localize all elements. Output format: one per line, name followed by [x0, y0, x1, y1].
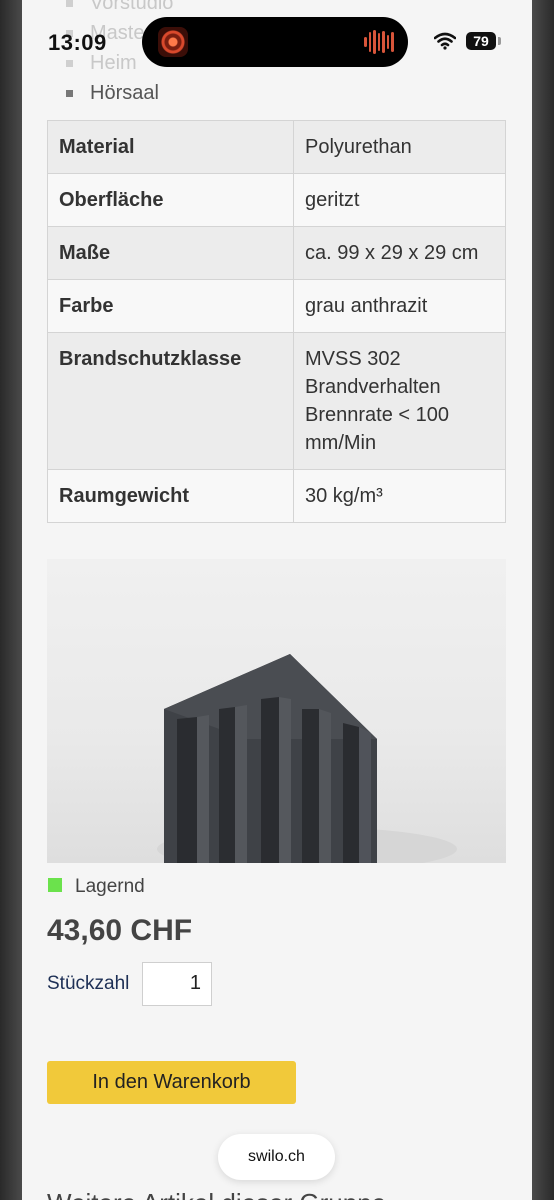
battery-icon: 79: [466, 32, 496, 50]
battery-tip: [498, 37, 501, 45]
spec-label: Raumgewicht: [47, 469, 294, 523]
acoustic-foam-bass-trap-picture: [157, 654, 457, 863]
spec-label: Brandschutzklasse: [47, 332, 294, 470]
product-price: 43,60 CHF: [47, 914, 193, 947]
spec-label: Farbe: [47, 279, 294, 333]
table-row: Brandschutzklasse MVSS 302 Brandverhalte…: [47, 332, 506, 470]
table-row: Oberfläche geritzt: [47, 173, 506, 227]
related-articles-heading: Weitere Artikel dieser Gruppe: [47, 1188, 386, 1200]
dynamic-island[interactable]: [142, 17, 408, 67]
stock-status-text: Lagernd: [75, 876, 145, 897]
stock-status-indicator: [48, 878, 62, 892]
spec-value: ca. 99 x 29 x 29 cm: [293, 226, 506, 280]
table-row: Farbe grau anthrazit: [47, 279, 506, 333]
product-image[interactable]: [47, 559, 506, 863]
web-page[interactable]: Vorstudio Master Heim Hörsaal Material P…: [22, 0, 532, 1200]
list-item: Vorstudio: [66, 0, 173, 18]
wifi-icon: [434, 32, 456, 50]
device-bezel-right: [532, 0, 554, 1200]
spec-value: Polyurethan: [293, 120, 506, 174]
spec-value: geritzt: [293, 173, 506, 227]
device-bezel-left: [0, 0, 22, 1200]
spec-value: 30 kg/m³: [293, 469, 506, 523]
table-row: Maße ca. 99 x 29 x 29 cm: [47, 226, 506, 280]
now-playing-icon: [158, 27, 188, 57]
spec-label: Oberfläche: [47, 173, 294, 227]
list-item: Hörsaal: [66, 78, 173, 108]
spec-label: Maße: [47, 226, 294, 280]
specs-table: Material Polyurethan Oberfläche geritzt …: [47, 120, 506, 523]
table-row: Raumgewicht 30 kg/m³: [47, 469, 506, 523]
spec-label: Material: [47, 120, 294, 174]
quantity-label: Stückzahl: [47, 973, 130, 994]
add-to-cart-button[interactable]: In den Warenkorb: [47, 1061, 296, 1104]
spec-value: MVSS 302 Brandverhalten Brennrate < 100 …: [293, 332, 506, 470]
quantity-input[interactable]: 1: [142, 962, 212, 1006]
audio-waveform-icon: [364, 29, 395, 55]
spec-value: grau anthrazit: [293, 279, 506, 333]
browser-url-pill[interactable]: swilo.ch: [218, 1134, 335, 1180]
status-time: 13:09: [48, 30, 107, 55]
table-row: Material Polyurethan: [47, 120, 506, 174]
